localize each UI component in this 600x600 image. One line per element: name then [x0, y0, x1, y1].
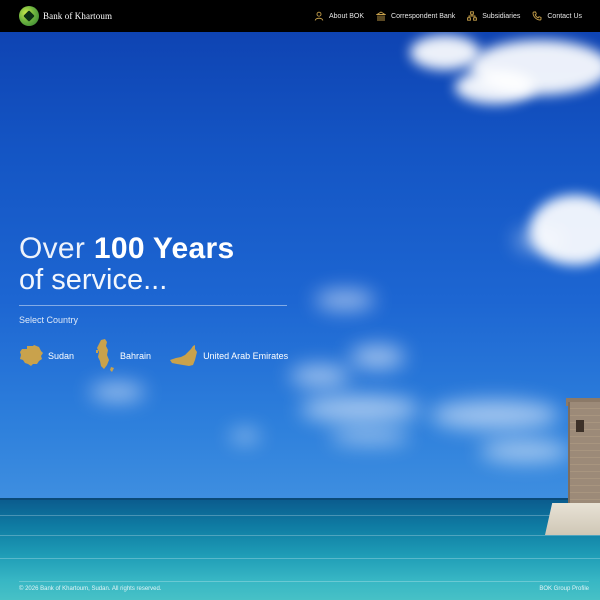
cloud — [410, 35, 480, 70]
sudan-map-icon — [20, 345, 43, 366]
hero-line-1: Over 100 Years — [19, 232, 235, 265]
nav-item-subsidiaries[interactable]: Subsidiaries — [467, 11, 520, 21]
phone-icon — [532, 11, 542, 21]
nav-label: Correspondent Bank — [391, 12, 456, 20]
bank-icon — [376, 11, 387, 21]
group-profile-link[interactable]: BOK Group Profile — [539, 586, 589, 592]
hero-years: 100 Years — [93, 232, 235, 265]
country-label: United Arab Emirates — [203, 351, 289, 361]
cloud — [480, 440, 570, 462]
country-list: Sudan Bahrain United Arab Emirates — [19, 338, 288, 374]
wave — [0, 515, 600, 516]
brand-name: Bank of Khartoum — [43, 11, 113, 21]
bok-logo-icon — [19, 6, 39, 26]
country-bahrain[interactable]: Bahrain — [92, 338, 151, 374]
nav-label: Contact Us — [547, 12, 582, 20]
nav-item-about[interactable]: About BOK — [314, 11, 364, 21]
bahrain-map-icon — [96, 339, 115, 372]
select-country-label: Select Country — [19, 315, 79, 325]
uae-map-icon — [170, 345, 198, 366]
cloud — [515, 230, 565, 250]
nav-item-correspondent-bank[interactable]: Correspondent Bank — [376, 11, 455, 21]
country-uae[interactable]: United Arab Emirates — [169, 344, 288, 368]
user-icon — [314, 11, 324, 21]
stone-tower — [568, 402, 600, 506]
nav-label: About BOK — [328, 12, 365, 20]
country-sudan[interactable]: Sudan — [19, 344, 74, 368]
hero-divider — [19, 305, 287, 306]
wave — [0, 535, 600, 536]
cloud — [430, 400, 560, 430]
cloud — [315, 290, 375, 310]
cloud — [300, 395, 420, 423]
cloud — [230, 430, 260, 442]
hero-service: of service... — [19, 264, 168, 296]
cloud — [90, 383, 145, 401]
country-label: Sudan — [48, 351, 75, 361]
footer-divider — [19, 581, 589, 582]
hero-heading: Over 100 Years of service... — [19, 232, 235, 296]
wave — [0, 558, 600, 559]
tower-window — [576, 420, 584, 432]
cloud — [350, 345, 405, 369]
network-icon — [467, 11, 478, 21]
footer-copyright: © 2026 Bank of Khartoum, Sudan. All righ… — [19, 586, 162, 592]
pier — [545, 503, 600, 535]
nav-label: Subsidiaries — [482, 12, 521, 20]
brand-logo[interactable]: Bank of Khartoum — [19, 6, 112, 26]
top-header: Bank of Khartoum About BOK Correspondent… — [0, 0, 600, 32]
nav-item-contact[interactable]: Contact Us — [532, 11, 582, 21]
cloud — [290, 365, 350, 387]
cloud — [330, 430, 410, 444]
hero-over: Over — [19, 232, 86, 265]
hero-background — [0, 0, 600, 600]
main-nav: About BOK Correspondent Bank Subsidiarie… — [314, 0, 582, 32]
cloud — [455, 70, 535, 104]
country-label: Bahrain — [120, 351, 152, 361]
